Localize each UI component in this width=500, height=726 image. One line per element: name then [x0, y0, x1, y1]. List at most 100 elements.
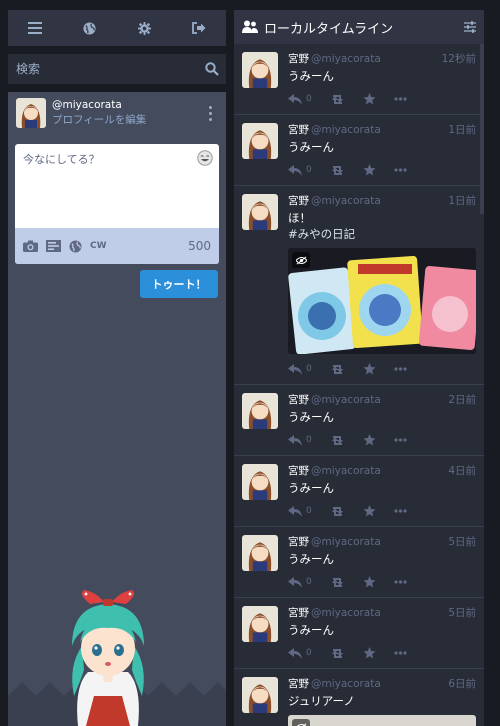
display-name[interactable]: 宮野	[288, 535, 309, 549]
privacy-globe-icon[interactable]	[69, 239, 82, 253]
favourite-icon[interactable]	[363, 576, 376, 588]
more-icon[interactable]	[394, 651, 407, 655]
display-name[interactable]: 宮野	[288, 393, 309, 407]
search-input[interactable]	[8, 54, 226, 84]
timestamp[interactable]: 5日前	[448, 606, 476, 620]
gear-icon[interactable]	[130, 14, 158, 42]
reply-icon	[288, 360, 302, 379]
status-item[interactable]: 宮野 @miyacorata 5日前うみーん 0	[234, 598, 484, 669]
more-icon[interactable]	[394, 97, 407, 101]
edit-profile-link[interactable]: プロフィールを編集	[52, 113, 146, 128]
avatar[interactable]	[242, 52, 278, 88]
status-item[interactable]: 宮野 @miyacorata 6日前 ジュリアーノ	[234, 669, 484, 726]
timestamp[interactable]: 1日前	[448, 123, 476, 137]
status-header: 宮野 @miyacorata 1日前	[288, 194, 476, 208]
reply-button[interactable]: 0	[288, 644, 312, 663]
avatar[interactable]	[242, 123, 278, 159]
media-attachment[interactable]	[288, 715, 476, 726]
favourite-icon[interactable]	[363, 164, 376, 176]
account-name[interactable]: @miyacorata	[311, 535, 381, 549]
reply-button[interactable]: 0	[288, 360, 312, 379]
status-content: うみーん	[288, 623, 334, 637]
timestamp[interactable]: 4日前	[448, 464, 476, 478]
globe-icon[interactable]	[76, 14, 104, 42]
status-item[interactable]: 宮野 @miyacorata 4日前うみーん 0	[234, 456, 484, 527]
account-name[interactable]: @miyacorata	[311, 464, 381, 478]
more-icon[interactable]	[394, 580, 407, 584]
reply-button[interactable]: 0	[288, 573, 312, 592]
timestamp[interactable]: 2日前	[448, 393, 476, 407]
more-icon[interactable]	[394, 438, 407, 442]
compose-textarea[interactable]	[15, 144, 219, 228]
reply-button[interactable]: 0	[288, 90, 312, 109]
account-name[interactable]: @miyacorata	[311, 194, 381, 208]
display-name[interactable]: 宮野	[288, 464, 309, 478]
avatar[interactable]	[16, 98, 46, 128]
avatar[interactable]	[242, 677, 278, 713]
camera-icon[interactable]	[23, 240, 38, 252]
boost-icon[interactable]	[330, 94, 345, 105]
compose-column: @miyacorata プロフィールを編集	[8, 10, 226, 726]
avatar[interactable]	[242, 393, 278, 429]
more-icon[interactable]	[394, 509, 407, 513]
reply-button[interactable]: 0	[288, 161, 312, 180]
display-name[interactable]: 宮野	[288, 123, 309, 137]
content-warning-button[interactable]: CW	[90, 241, 107, 251]
status-item[interactable]: 宮野 @miyacorata 2日前 うみーん 0	[234, 385, 484, 456]
reply-button[interactable]: 0	[288, 502, 312, 521]
hashtag-link[interactable]: #みやの日記	[288, 226, 476, 242]
display-name[interactable]: 宮野	[288, 52, 309, 66]
avatar[interactable]	[242, 464, 278, 500]
display-name[interactable]: 宮野	[288, 606, 309, 620]
column-header[interactable]: ローカルタイムライン	[234, 10, 484, 44]
timestamp[interactable]: 5日前	[448, 535, 476, 549]
media-attachment[interactable]	[288, 248, 476, 354]
account-name[interactable]: @miyacorata	[311, 123, 381, 137]
logout-icon[interactable]	[185, 14, 213, 42]
more-icon[interactable]	[394, 367, 407, 371]
timestamp[interactable]: 6日前	[448, 677, 476, 691]
boost-icon[interactable]	[330, 577, 345, 588]
toot-button[interactable]: トゥート！	[140, 270, 218, 298]
timestamp[interactable]: 12秒前	[442, 52, 476, 66]
favourite-icon[interactable]	[363, 93, 376, 105]
boost-icon[interactable]	[330, 435, 345, 446]
favourite-icon[interactable]	[363, 647, 376, 659]
account-name[interactable]: @miyacorata	[311, 52, 381, 66]
reply-count: 0	[306, 165, 312, 175]
display-name[interactable]: 宮野	[288, 677, 309, 691]
reply-icon	[288, 90, 302, 109]
status-item[interactable]: 宮野 @miyacorata 1日前 うみーん 0	[234, 115, 484, 186]
avatar[interactable]	[242, 535, 278, 571]
avatar[interactable]	[242, 194, 278, 230]
boost-icon[interactable]	[330, 364, 345, 375]
display-name[interactable]: 宮野	[288, 194, 309, 208]
favourite-icon[interactable]	[363, 434, 376, 446]
hide-media-icon[interactable]	[292, 719, 310, 726]
more-options-icon[interactable]	[209, 106, 212, 121]
favourite-icon[interactable]	[363, 363, 376, 375]
account-name[interactable]: @miyacorata	[311, 677, 381, 691]
menu-icon[interactable]	[21, 14, 49, 42]
hide-media-icon[interactable]	[292, 252, 310, 268]
boost-icon[interactable]	[330, 165, 345, 176]
status-item[interactable]: 宮野 @miyacorata 1日前 ほ！ #みやの日記 0	[234, 186, 484, 385]
account-name[interactable]: @miyacorata	[311, 393, 381, 407]
poll-icon[interactable]	[46, 240, 61, 252]
favourite-icon[interactable]	[363, 505, 376, 517]
more-icon[interactable]	[394, 168, 407, 172]
status-item[interactable]: 宮野 @miyacorata 5日前 うみーん 0	[234, 527, 484, 598]
status-content: うみーん	[288, 481, 334, 495]
status-item[interactable]: 宮野 @miyacorata 12秒前 うみーん 0	[234, 44, 484, 115]
emoji-picker-icon[interactable]	[197, 150, 213, 170]
reply-button[interactable]: 0	[288, 431, 312, 450]
boost-icon[interactable]	[330, 506, 345, 517]
column-settings-icon[interactable]	[464, 18, 476, 37]
search-icon[interactable]	[205, 61, 219, 80]
boost-icon[interactable]	[330, 648, 345, 659]
account-name[interactable]: @miyacorata	[311, 606, 381, 620]
avatar[interactable]	[242, 606, 278, 642]
timestamp[interactable]: 1日前	[448, 194, 476, 208]
status-actions: 0	[288, 360, 476, 378]
column-title: ローカルタイムライン	[264, 21, 394, 37]
